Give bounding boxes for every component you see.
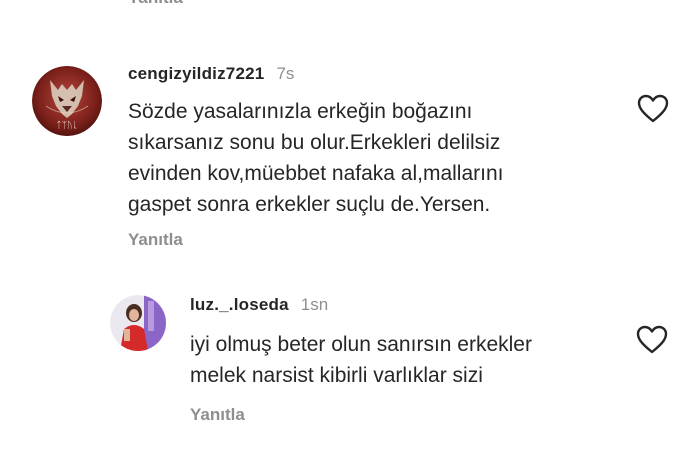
avatar[interactable]: ᛏᛉᚢᚳ <box>32 66 102 136</box>
avatar-image <box>110 295 166 351</box>
comment-meta: luz._.loseda 1sn <box>190 295 590 315</box>
heart-outline-icon <box>636 325 668 354</box>
username-link[interactable]: cengizyildiz7221 <box>128 64 264 84</box>
avatar-image: ᛏᛉᚢᚳ <box>32 66 102 136</box>
username-link[interactable]: luz._.loseda <box>190 295 289 315</box>
reply-button[interactable]: Yanıtla <box>128 0 183 8</box>
comment-timestamp: 1sn <box>300 295 329 314</box>
avatar[interactable] <box>110 295 166 351</box>
comment-meta: cengizyildiz7221 7s <box>128 64 598 84</box>
comment-text: Sözde yasalarınızla erkeğin boğazını sık… <box>128 100 504 216</box>
comment-text: iyi olmuş beter olun sanırsın erkekler m… <box>190 333 532 387</box>
like-button[interactable] <box>636 325 668 355</box>
comment-body: cengizyildiz7221 7s Sözde yasalarınızla … <box>128 64 598 250</box>
comments-thread: Yanıtla ᛏᛉᚢᚳ ceng <box>0 0 690 475</box>
heart-outline-icon <box>637 94 669 123</box>
reply-button[interactable]: Yanıtla <box>190 405 245 425</box>
reply-button[interactable]: Yanıtla <box>128 230 183 250</box>
comment-body: luz._.loseda 1sn iyi olmuş beter olun sa… <box>190 295 590 425</box>
like-button[interactable] <box>637 94 669 124</box>
avatar-runes: ᛏᛉᚢᚳ <box>56 120 78 131</box>
comment-timestamp: 7s <box>276 64 295 83</box>
